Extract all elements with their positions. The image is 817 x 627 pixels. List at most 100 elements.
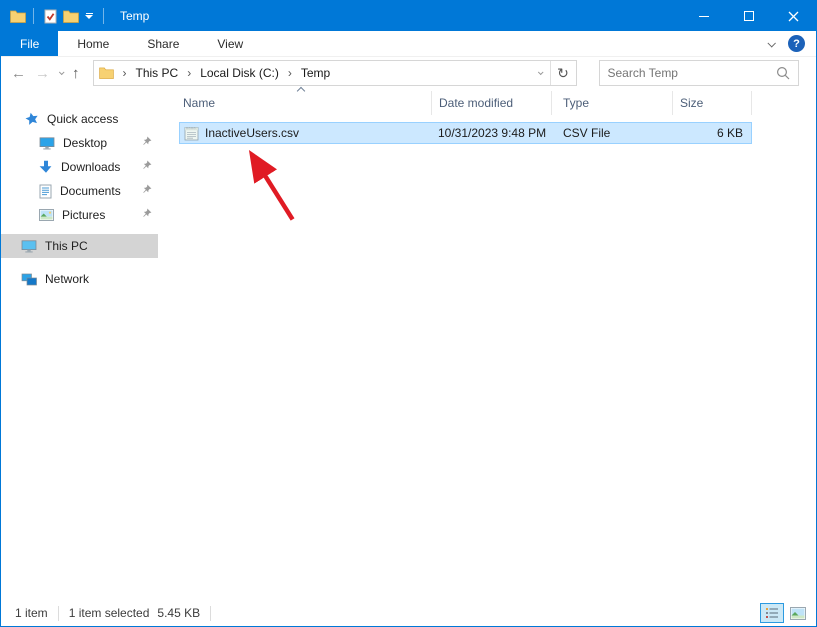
tab-home[interactable]: Home — [58, 31, 128, 56]
search-icon — [776, 66, 790, 80]
download-arrow-icon — [39, 160, 53, 174]
network-icon — [21, 273, 37, 286]
chevron-down-icon — [537, 69, 543, 75]
column-label: Size — [680, 96, 703, 110]
details-view-icon — [765, 607, 779, 619]
column-label: Type — [563, 96, 589, 110]
address-dropdown-button[interactable] — [530, 61, 550, 85]
sidebar-item-label: Desktop — [63, 136, 107, 150]
tab-label: File — [20, 37, 39, 51]
column-label: Date modified — [439, 96, 513, 110]
file-name: InactiveUsers.csv — [205, 126, 299, 140]
navigation-bar: ← → ↑ › This PC › Local Disk (C:) › Temp… — [1, 57, 816, 89]
sidebar-item-downloads[interactable]: Downloads — [1, 155, 161, 179]
expand-ribbon-chevron-icon[interactable] — [767, 39, 775, 47]
qat-customize-dropdown-icon[interactable] — [82, 4, 96, 28]
breadcrumb-separator-icon: › — [285, 66, 295, 80]
up-button[interactable]: ↑ — [72, 66, 80, 81]
breadcrumb-local-disk-c[interactable]: Local Disk (C:) — [196, 64, 283, 82]
column-header-date-modified[interactable]: Date modified — [431, 91, 551, 115]
file-explorer-window: Temp File Home Share View ? ← → ↑ — [0, 0, 817, 627]
file-list-pane: Name Date modified Type Size InactiveUse… — [161, 89, 816, 600]
navigation-pane: Quick access Desktop Downloads Documents… — [1, 89, 161, 600]
breadcrumb-separator-icon: › — [120, 66, 130, 80]
statusbar-separator — [58, 606, 59, 621]
maximize-icon — [744, 11, 754, 21]
refresh-button[interactable]: ↻ — [550, 61, 576, 85]
details-view-button[interactable] — [760, 603, 784, 623]
sidebar-item-label: Pictures — [62, 208, 105, 222]
sidebar-item-this-pc[interactable]: This PC — [1, 234, 158, 258]
item-count: 1 item — [15, 606, 48, 620]
computer-icon — [21, 240, 37, 253]
sidebar-item-label: Documents — [60, 184, 121, 198]
tab-label: View — [217, 37, 243, 51]
window-title: Temp — [120, 9, 149, 23]
qat-new-folder-button[interactable] — [60, 4, 82, 28]
pin-icon[interactable] — [141, 136, 152, 150]
qat-properties-button[interactable] — [41, 4, 60, 28]
help-icon[interactable]: ? — [788, 35, 805, 52]
file-size: 6 KB — [673, 126, 747, 140]
column-label: Name — [183, 96, 215, 110]
breadcrumb-separator-icon: › — [184, 66, 194, 80]
breadcrumb: › This PC › Local Disk (C:) › Temp — [120, 64, 335, 82]
title-bar: Temp — [1, 1, 816, 31]
tab-share[interactable]: Share — [128, 31, 198, 56]
tab-file[interactable]: File — [1, 31, 58, 56]
selection-count: 1 item selected — [69, 606, 150, 620]
annotation-red-arrow — [161, 89, 816, 600]
app-folder-icon — [10, 10, 26, 23]
tab-label: Home — [77, 37, 109, 51]
breadcrumb-this-pc[interactable]: This PC — [132, 64, 183, 82]
search-input[interactable] — [608, 66, 776, 80]
forward-button[interactable]: → — [35, 66, 50, 81]
sidebar-item-label: Quick access — [47, 112, 118, 126]
pin-icon[interactable] — [141, 184, 152, 198]
back-button[interactable]: ← — [11, 66, 26, 81]
minimize-button[interactable] — [681, 1, 726, 31]
file-type: CSV File — [552, 126, 673, 140]
large-icons-view-button[interactable] — [786, 603, 810, 623]
titlebar-separator — [103, 8, 104, 24]
column-header-type[interactable]: Type — [551, 91, 672, 115]
file-row-inactiveusers-csv[interactable]: InactiveUsers.csv 10/31/2023 9:48 PM CSV… — [179, 122, 752, 144]
sidebar-item-label: Downloads — [61, 160, 120, 174]
breadcrumb-temp[interactable]: Temp — [297, 64, 334, 82]
star-icon — [24, 111, 41, 128]
sidebar-item-quick-access[interactable]: Quick access — [1, 107, 161, 131]
statusbar-separator — [210, 606, 211, 621]
monitor-icon — [39, 137, 55, 150]
recent-locations-chevron-icon[interactable] — [59, 69, 65, 75]
ribbon-tab-bar: File Home Share View ? — [1, 31, 816, 57]
pin-icon[interactable] — [141, 208, 152, 222]
tab-view[interactable]: View — [198, 31, 262, 56]
document-icon — [39, 184, 52, 199]
sidebar-item-label: This PC — [45, 239, 88, 253]
pin-icon[interactable] — [141, 160, 152, 174]
csv-file-icon — [184, 125, 199, 141]
tab-label: Share — [147, 37, 179, 51]
sidebar-item-label: Network — [45, 272, 89, 286]
address-folder-icon — [99, 67, 114, 79]
selection-size: 5.45 KB — [157, 606, 200, 620]
sidebar-item-pictures[interactable]: Pictures — [1, 203, 161, 227]
column-header-name[interactable]: Name — [161, 91, 431, 115]
maximize-button[interactable] — [726, 1, 771, 31]
search-box — [599, 60, 799, 86]
titlebar-separator — [33, 8, 34, 24]
status-bar: 1 item 1 item selected 5.45 KB — [1, 600, 816, 626]
close-button[interactable] — [771, 1, 816, 31]
address-bar[interactable]: › This PC › Local Disk (C:) › Temp ↻ — [93, 60, 577, 86]
column-headers: Name Date modified Type Size — [161, 89, 816, 117]
sidebar-item-documents[interactable]: Documents — [1, 179, 161, 203]
sidebar-item-network[interactable]: Network — [1, 267, 161, 291]
sort-ascending-icon — [297, 87, 305, 95]
column-header-size[interactable]: Size — [672, 91, 752, 115]
file-date-modified: 10/31/2023 9:48 PM — [432, 126, 552, 140]
large-icons-view-icon — [790, 607, 806, 620]
sidebar-item-desktop[interactable]: Desktop — [1, 131, 161, 155]
close-icon — [788, 11, 799, 22]
minimize-icon — [699, 16, 709, 17]
picture-icon — [39, 209, 54, 221]
